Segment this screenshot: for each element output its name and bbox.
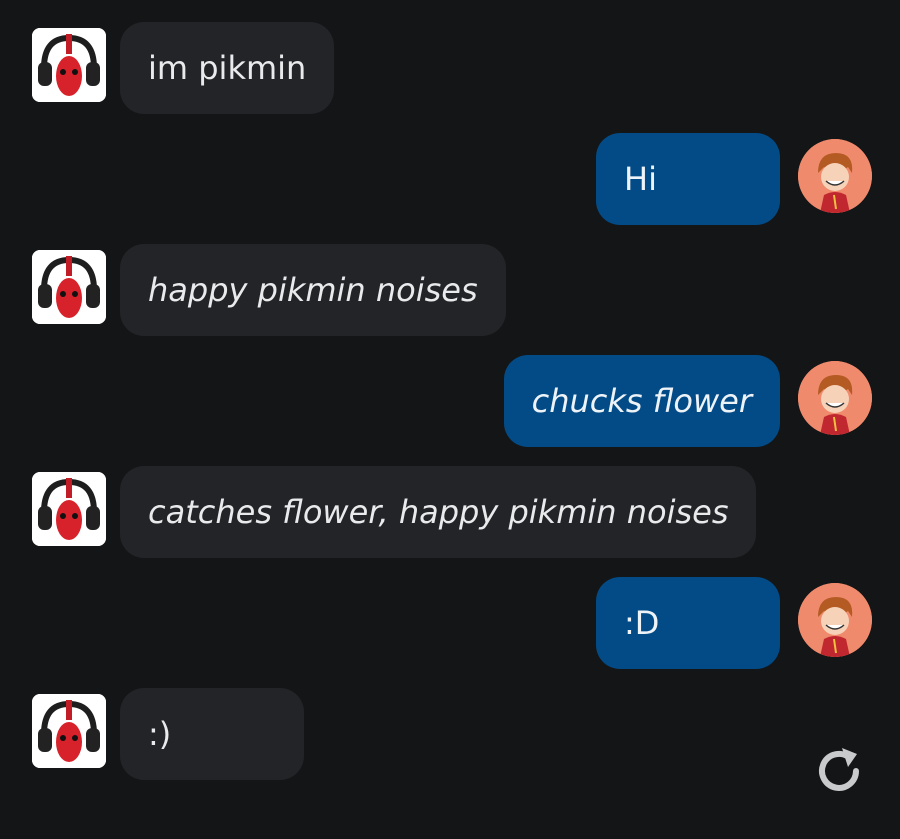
message-row: Hi xyxy=(0,133,900,225)
user-message-bubble: Hi xyxy=(596,133,780,225)
bot-message-bubble: catches flower, happy pikmin noises xyxy=(120,466,757,558)
bot-message-bubble: im pikmin xyxy=(120,22,335,114)
user-avatar-icon[interactable] xyxy=(798,361,872,435)
bot-message-bubble: :) xyxy=(120,688,304,780)
message-row: :D xyxy=(0,577,900,669)
bot-avatar-icon[interactable] xyxy=(32,28,106,102)
message-row: happy pikmin noises xyxy=(0,244,900,336)
message-row: :) xyxy=(0,688,900,780)
bot-avatar-icon[interactable] xyxy=(32,250,106,324)
user-avatar-icon[interactable] xyxy=(798,583,872,657)
user-message-bubble: :D xyxy=(596,577,780,669)
message-row: chucks flower xyxy=(0,355,900,447)
message-row: catches flower, happy pikmin noises xyxy=(0,466,900,558)
user-message-bubble: chucks flower xyxy=(503,355,780,447)
chat-thread: im pikmin Hi happy pikmin noises chucks … xyxy=(0,0,900,839)
bot-message-bubble: happy pikmin noises xyxy=(120,244,506,336)
user-avatar-icon[interactable] xyxy=(798,139,872,213)
refresh-icon[interactable] xyxy=(812,744,866,798)
bot-avatar-icon[interactable] xyxy=(32,694,106,768)
bot-avatar-icon[interactable] xyxy=(32,472,106,546)
message-row: im pikmin xyxy=(0,22,900,114)
